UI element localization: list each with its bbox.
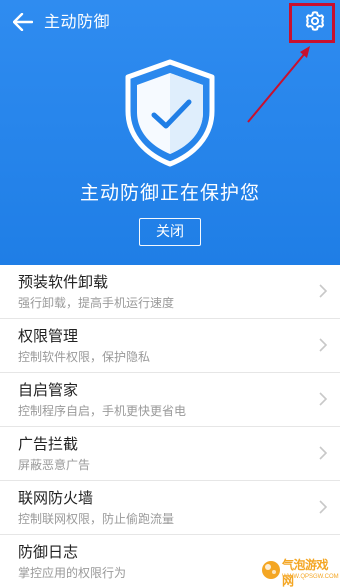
- shield-check-icon: [125, 59, 215, 167]
- site-watermark: 气泡游戏网 WWW.QPSGW.COM: [260, 555, 339, 587]
- page-title: 主动防御: [44, 12, 111, 31]
- list-item-title: 预装软件卸载: [18, 273, 109, 291]
- list-item-subtitle: 强行卸载，提高手机运行速度: [18, 296, 175, 310]
- list-item-title: 权限管理: [18, 327, 79, 345]
- list-item-subtitle: 控制联网权限，防止偷跑流量: [18, 512, 175, 526]
- list-item-title: 联网防火墙: [18, 489, 94, 507]
- list-item-subtitle: 掌控应用的权限行为: [18, 566, 127, 580]
- list-item-preinstalled-uninstall[interactable]: 预装软件卸载 强行卸载，提高手机运行速度: [0, 265, 340, 319]
- chevron-right-icon: [319, 446, 328, 460]
- protection-status-text: 主动防御正在保护您: [79, 182, 260, 204]
- list-item-subtitle: 控制程序自启，手机更快更省电: [18, 404, 187, 418]
- chevron-right-icon: [319, 338, 328, 352]
- feature-list: 预装软件卸载 强行卸载，提高手机运行速度 权限管理 控制软件权限，保护隐私 自启…: [0, 265, 340, 587]
- list-item-title: 防御日志: [18, 543, 79, 561]
- list-item-title: 自启管家: [18, 381, 79, 399]
- list-item-autostart-manager[interactable]: 自启管家 控制程序自启，手机更快更省电: [0, 373, 340, 427]
- watermark-text: 气泡游戏网: [282, 558, 329, 587]
- list-item-subtitle: 屏蔽恶意广告: [18, 458, 91, 472]
- bubble-logo-icon: [262, 561, 280, 579]
- back-button[interactable]: [10, 9, 36, 35]
- annotation-highlight-box: [289, 3, 335, 43]
- list-item-permission-management[interactable]: 权限管理 控制软件权限，保护隐私: [0, 319, 340, 373]
- arrow-left-icon: [13, 13, 33, 31]
- chevron-right-icon: [319, 284, 328, 298]
- list-item-title: 广告拦截: [18, 435, 79, 453]
- list-item-network-firewall[interactable]: 联网防火墙 控制联网权限，防止偷跑流量: [0, 481, 340, 535]
- close-button[interactable]: 关闭: [139, 218, 201, 246]
- chevron-right-icon: [319, 392, 328, 406]
- chevron-right-icon: [319, 500, 328, 514]
- list-item-ad-blocking[interactable]: 广告拦截 屏蔽恶意广告: [0, 427, 340, 481]
- list-item-subtitle: 控制软件权限，保护隐私: [18, 350, 151, 364]
- annotation-arrow: [247, 46, 310, 123]
- watermark-url: WWW.QPSGW.COM: [282, 574, 339, 580]
